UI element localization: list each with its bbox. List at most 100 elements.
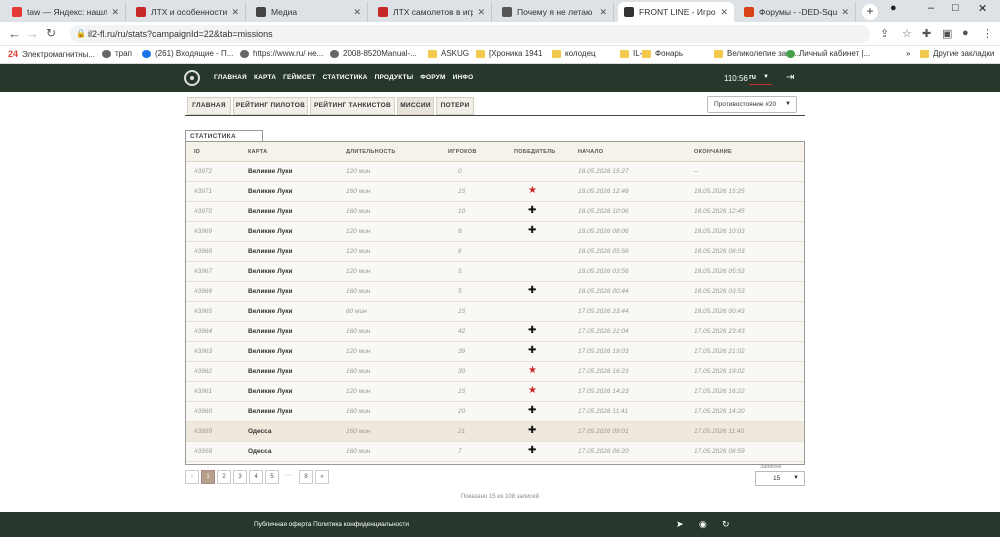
- footer-links[interactable]: Публичная оферта Политика конфиденциальн…: [254, 521, 409, 528]
- menu-icon[interactable]: ⋮: [982, 27, 993, 40]
- subtab[interactable]: МИССИИ: [397, 97, 434, 115]
- bookmark-item[interactable]: колодец: [552, 49, 596, 58]
- extensions-icon[interactable]: ✚: [922, 27, 931, 40]
- pager-item[interactable]: «: [185, 470, 199, 484]
- col-winner[interactable]: ПОБЕДИТЕЛЬ: [514, 149, 556, 155]
- language-select[interactable]: ru: [749, 74, 756, 81]
- nav-item[interactable]: ПРОДУКТЫ: [375, 74, 414, 81]
- browser-tab[interactable]: Почему я не летаю на ✕: [496, 2, 614, 22]
- table-row[interactable]: #3970 Великие Луки 160 мин 10 18.05.2026 10:…: [186, 202, 804, 222]
- cell-id[interactable]: #3969: [194, 228, 212, 235]
- cell-id[interactable]: #3970: [194, 208, 212, 215]
- close-tab-icon[interactable]: ✕: [720, 7, 728, 18]
- share-icon[interactable]: ⇪: [880, 27, 889, 40]
- cell-id[interactable]: #3962: [194, 368, 212, 375]
- reload-icon[interactable]: ↻: [46, 26, 56, 40]
- browser-tab[interactable]: taw — Яндекс: нашлось ✕: [6, 2, 126, 22]
- url-input[interactable]: 🔒 il2-fl.ru/ru/stats?campaignId=22&tab=m…: [70, 25, 870, 43]
- col-duration[interactable]: ДЛИТЕЛЬНОСТЬ: [346, 149, 396, 155]
- maximize-icon[interactable]: □: [952, 2, 959, 14]
- table-row[interactable]: #3962 Великие Луки 160 мин 30 17.05.2026 16:…: [186, 362, 804, 382]
- subtab[interactable]: ГЛАВНАЯ: [187, 97, 231, 115]
- new-tab-button[interactable]: +: [862, 4, 878, 20]
- col-map[interactable]: КАРТА: [248, 149, 267, 155]
- subtab[interactable]: РЕЙТИНГ ТАНКИСТОВ: [310, 97, 395, 115]
- nav-item[interactable]: ИНФО: [453, 74, 474, 81]
- table-row[interactable]: #3964 Великие Луки 160 мин 42 17.05.2026 21:…: [186, 322, 804, 342]
- close-tab-icon[interactable]: ✕: [477, 7, 485, 18]
- col-id[interactable]: ID: [194, 149, 200, 155]
- table-row[interactable]: #3959 Одесса 160 мин 21 17.05.2026 09:01 17.0…: [186, 422, 804, 442]
- pager-item[interactable]: 4: [249, 470, 263, 484]
- back-icon[interactable]: ←: [8, 26, 21, 41]
- cell-id[interactable]: #3958: [194, 448, 212, 455]
- close-tab-icon[interactable]: ✕: [353, 7, 361, 18]
- table-row[interactable]: #3968 Великие Луки 120 мин 6 18.05.2026 05:5…: [186, 242, 804, 262]
- table-row[interactable]: #3966 Великие Луки 160 мин 5 18.05.2026 00:4…: [186, 282, 804, 302]
- cell-id[interactable]: #3965: [194, 308, 212, 315]
- bookmark-item[interactable]: https://www.ru/ не...: [240, 49, 323, 58]
- bookmark-item[interactable]: Фонарь: [642, 49, 683, 58]
- close-tab-icon[interactable]: ✕: [111, 7, 119, 18]
- cell-id[interactable]: #3964: [194, 328, 212, 335]
- profile-icon[interactable]: ●: [890, 2, 897, 14]
- nav-item[interactable]: СТАТИСТИКА: [323, 74, 368, 81]
- pager-item[interactable]: 3: [233, 470, 247, 484]
- cell-id[interactable]: #3966: [194, 288, 212, 295]
- cell-id[interactable]: #3967: [194, 268, 212, 275]
- browser-tab[interactable]: Медиа ✕: [250, 2, 368, 22]
- pager-item[interactable]: 5: [265, 470, 279, 484]
- browser-tab[interactable]: ЛТХ и особенности экс✕: [130, 2, 246, 22]
- bookmarks-chevron-icon[interactable]: »: [906, 49, 910, 58]
- pager-item[interactable]: 1: [201, 470, 215, 484]
- other-bookmarks[interactable]: Другие закладки: [920, 49, 994, 58]
- close-tab-icon[interactable]: ✕: [841, 7, 849, 18]
- table-row[interactable]: #3958 Одесса 160 мин 7 17.05.2026 06:20 17.05…: [186, 442, 804, 462]
- nav-item[interactable]: ГЛАВНАЯ: [214, 74, 247, 81]
- bookmark-item[interactable]: трап: [102, 49, 132, 58]
- cell-id[interactable]: #3972: [194, 168, 212, 175]
- cell-id[interactable]: #3959: [194, 428, 212, 435]
- support-icon[interactable]: ↻: [722, 519, 730, 530]
- browser-tab[interactable]: ЛТХ самолетов в игр ✕: [372, 2, 492, 22]
- browser-tab[interactable]: FRONT LINE - Игровой ✕: [618, 2, 734, 22]
- bookmark-item[interactable]: (261) Входящие - П...: [142, 49, 233, 58]
- table-row[interactable]: #3963 Великие Луки 120 мин 39 17.05.2026 19:…: [186, 342, 804, 362]
- table-row[interactable]: #3972 Великие Луки 120 мин 0 18.05.2026 15:2…: [186, 162, 804, 182]
- bookmark-item[interactable]: Личный кабинет |...: [786, 49, 870, 58]
- conflict-select[interactable]: Противостояние #20 ▼: [707, 96, 797, 113]
- col-players[interactable]: ИГРОКОВ: [448, 149, 477, 155]
- bookmark-item[interactable]: [Хроника 1941: [476, 49, 543, 58]
- cell-id[interactable]: #3963: [194, 348, 212, 355]
- close-tab-icon[interactable]: ✕: [231, 7, 239, 18]
- cell-id[interactable]: #3961: [194, 388, 212, 395]
- bookmark-num[interactable]: 24 Электромагнитны...: [8, 49, 95, 59]
- discord-icon[interactable]: ◉: [699, 519, 707, 530]
- site-logo-icon[interactable]: [184, 70, 200, 86]
- cell-id[interactable]: #3968: [194, 248, 212, 255]
- nav-item[interactable]: ГЕЙМСЕТ: [283, 74, 316, 81]
- pager-item[interactable]: 2: [217, 470, 231, 484]
- pager-item[interactable]: 8: [299, 470, 313, 484]
- table-row[interactable]: #3961 Великие Луки 120 мин 15 17.05.2026 14:…: [186, 382, 804, 402]
- logout-icon[interactable]: ⇥: [786, 72, 794, 83]
- bookmark-item[interactable]: 2008-8520Manual-...: [330, 49, 417, 58]
- close-window-icon[interactable]: ✕: [978, 2, 987, 15]
- cell-id[interactable]: #3971: [194, 188, 212, 195]
- forward-icon[interactable]: →: [26, 26, 39, 41]
- pager-item[interactable]: »: [315, 470, 329, 484]
- col-end[interactable]: ОКОНЧАНИЕ: [694, 149, 732, 155]
- minimize-icon[interactable]: –: [928, 2, 934, 14]
- profile-avatar-icon[interactable]: ●: [962, 27, 969, 39]
- cell-id[interactable]: #3960: [194, 408, 212, 415]
- close-tab-icon[interactable]: ✕: [599, 7, 607, 18]
- nav-item[interactable]: ФОРУМ: [420, 74, 445, 81]
- subtab[interactable]: ПОТЕРИ: [436, 97, 474, 115]
- table-row[interactable]: #3965 Великие Луки 60 мин 15 17.05.2026 23:4…: [186, 302, 804, 322]
- per-page-select[interactable]: 15 ▼: [755, 471, 805, 486]
- table-row[interactable]: #3960 Великие Луки 160 мин 20 17.05.2026 11:…: [186, 402, 804, 422]
- nav-item[interactable]: КАРТА: [254, 74, 276, 81]
- table-row[interactable]: #3971 Великие Луки 160 мин 15 18.05.2026 12:…: [186, 182, 804, 202]
- sidebar-icon[interactable]: ▣: [942, 27, 952, 40]
- bookmark-star-icon[interactable]: ☆: [902, 27, 912, 40]
